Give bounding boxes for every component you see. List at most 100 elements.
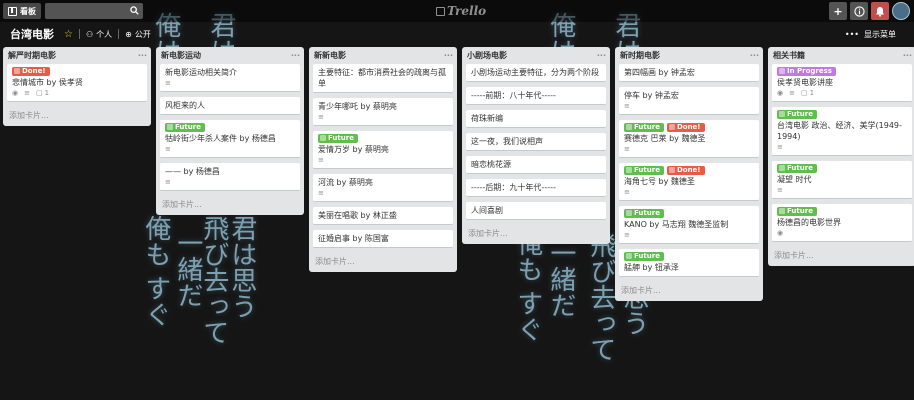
card[interactable]: 人间喜剧 <box>466 202 606 220</box>
card[interactable]: 主要特征：都市消费社会的疏离与孤单 <box>313 64 453 93</box>
description-icon: ≡ <box>24 88 30 97</box>
visibility-public[interactable]: ⊕ 公开 <box>125 29 151 40</box>
card[interactable]: Done! 悲情城市 by 侯孝贤 ◉ ≡ ▢ 1 <box>7 64 147 102</box>
add-card-button[interactable]: 添加卡片... <box>7 107 147 122</box>
card[interactable]: 小剧场运动主要特征，分为两个阶段 <box>466 64 606 82</box>
visibility-public-label: 公开 <box>134 29 151 39</box>
list-title[interactable]: 新时期电影 <box>620 50 660 61</box>
notifications-button[interactable] <box>871 2 889 20</box>
card-title: 第四幅画 by 钟孟宏 <box>624 68 695 77</box>
calligraphy-stroke: 俺も すぐ <box>140 215 171 328</box>
description-icon: ≡ <box>165 78 171 87</box>
card[interactable]: In Progress 侯孝贤电影讲座 ◉ ≡ ▢ 1 <box>772 64 912 102</box>
list-menu-icon[interactable]: ··· <box>597 51 606 60</box>
card[interactable]: —— by 杨德昌 ≡ <box>160 163 300 191</box>
ellipsis-icon: ••• <box>844 30 859 39</box>
card-badges: ≡ <box>624 187 754 197</box>
card-label: Done! <box>12 67 50 76</box>
card[interactable]: 新电影运动相关简介 ≡ <box>160 64 300 92</box>
list-title[interactable]: 相关书籍 <box>773 50 805 61</box>
card-badges: ≡ <box>165 78 295 88</box>
visibility-team[interactable]: ⚇ 个人 <box>86 29 112 40</box>
list-menu-icon[interactable]: ··· <box>750 51 759 60</box>
card-labels: Future <box>318 134 448 143</box>
card-badges: ≡ <box>624 144 754 154</box>
star-icon[interactable]: ☆ <box>64 29 73 40</box>
list-menu-icon[interactable]: ··· <box>903 51 912 60</box>
add-button[interactable]: + <box>829 2 847 20</box>
card[interactable]: -----前期：八十年代----- <box>466 87 606 105</box>
list: 相关书籍 ··· In Progress 侯孝贤电影讲座 ◉ ≡ ▢ 1 Future 台湾电影 … <box>768 47 914 266</box>
avatar[interactable] <box>892 2 910 20</box>
list-menu-icon[interactable]: ··· <box>291 51 300 60</box>
card[interactable]: Future Done! 赛德克 巴莱 by 魏德圣 ≡ <box>619 120 759 158</box>
show-menu-button[interactable]: ••• 显示菜单 <box>845 29 896 40</box>
add-card-button[interactable]: 添加卡片... <box>466 225 606 240</box>
list-title[interactable]: 新电影运动 <box>161 50 201 61</box>
boards-button[interactable]: 看板 <box>3 3 41 19</box>
card-label: Done! <box>666 166 705 175</box>
card-title: —— by 杨德昌 <box>165 167 220 176</box>
card[interactable]: Future 台湾电影 政治、经济、美学(1949-1994) ≡ <box>772 107 912 156</box>
list-header[interactable]: 解严时期电影 ··· <box>7 47 147 64</box>
calligraphy-stroke: 飛び去って <box>585 232 616 362</box>
card[interactable]: Future 凝望 时代 ≡ <box>772 161 912 199</box>
card-labels: Future <box>624 209 754 218</box>
info-button[interactable] <box>850 2 868 20</box>
card-labels: Future Done! <box>624 123 754 132</box>
card-title: 海角七号 by 魏德圣 <box>624 177 695 186</box>
add-card-button[interactable]: 添加卡片... <box>772 247 912 262</box>
list-header[interactable]: 新时期电影 ··· <box>619 47 759 64</box>
list-header[interactable]: 新电影运动 ··· <box>160 47 300 64</box>
card-title: 这一夜，我们说相声 <box>471 137 543 146</box>
card[interactable]: Future 牯岭街少年杀人案件 by 杨德昌 ≡ <box>160 120 300 158</box>
card-title: 杨德昌的电影世界 <box>777 218 841 227</box>
card-label: Future <box>165 123 205 132</box>
card-label: Future <box>318 134 358 143</box>
card[interactable]: 荷珠新编 <box>466 110 606 128</box>
card[interactable]: 征婚启事 by 陈国富 <box>313 230 453 248</box>
search-icon[interactable] <box>130 6 139 15</box>
card[interactable]: 停车 by 钟孟宏 ≡ <box>619 87 759 115</box>
card[interactable]: Future Done! 海角七号 by 魏德圣 ≡ <box>619 163 759 201</box>
list-title[interactable]: 解严时期电影 <box>8 50 56 61</box>
search-input[interactable] <box>45 3 143 19</box>
card[interactable]: Future 爱情万岁 by 蔡明亮 ≡ <box>313 131 453 169</box>
add-card-button[interactable]: 添加卡片... <box>313 253 453 268</box>
trello-logo[interactable]: Trello <box>436 4 486 18</box>
card[interactable]: 美丽在唱歌 by 林正盛 <box>313 207 453 225</box>
list-header[interactable]: 新新电影 ··· <box>313 47 453 64</box>
card-badges: ◉ <box>777 228 907 238</box>
list-menu-icon[interactable]: ··· <box>138 51 147 60</box>
card[interactable]: 暗恋桃花源 <box>466 156 606 174</box>
add-card-button[interactable]: 添加卡片... <box>160 196 300 211</box>
list-menu-icon[interactable]: ··· <box>444 51 453 60</box>
card-title: 停车 by 钟孟宏 <box>624 91 679 100</box>
board-title[interactable]: 台湾电影 <box>10 26 54 42</box>
card[interactable]: Future 艋舺 by 钮承泽 <box>619 249 759 277</box>
calligraphy-stroke: 飛び去って <box>198 215 229 345</box>
card[interactable]: -----后期：九十年代----- <box>466 179 606 197</box>
card-title: 河流 by 蔡明亮 <box>318 178 373 187</box>
card-labels: Future <box>777 164 907 173</box>
add-card-button[interactable]: 添加卡片... <box>619 282 759 297</box>
card-labels: Future <box>624 252 754 261</box>
card[interactable]: 河流 by 蔡明亮 ≡ <box>313 174 453 202</box>
card[interactable]: 这一夜，我们说相声 <box>466 133 606 151</box>
card[interactable]: Future KANO by 马志翔 魏德圣监制 ≡ <box>619 206 759 244</box>
card[interactable]: 青少年哪吒 by 蔡明亮 ≡ <box>313 98 453 126</box>
card-label: In Progress <box>777 67 836 76</box>
search-box[interactable] <box>45 3 143 19</box>
list-header[interactable]: 小剧场电影 ··· <box>466 47 606 64</box>
info-icon <box>853 5 865 17</box>
card-title: 艋舺 by 钮承泽 <box>624 263 679 272</box>
card-label: Done! <box>666 123 705 132</box>
card[interactable]: 第四幅画 by 钟孟宏 <box>619 64 759 82</box>
card-labels: Future <box>165 123 295 132</box>
list-header[interactable]: 相关书籍 ··· <box>772 47 912 64</box>
list-title[interactable]: 小剧场电影 <box>467 50 507 61</box>
card-badges: ≡ <box>777 142 907 152</box>
list-title[interactable]: 新新电影 <box>314 50 346 61</box>
card[interactable]: 风柜来的人 <box>160 97 300 115</box>
card[interactable]: Future 杨德昌的电影世界 ◉ <box>772 204 912 242</box>
